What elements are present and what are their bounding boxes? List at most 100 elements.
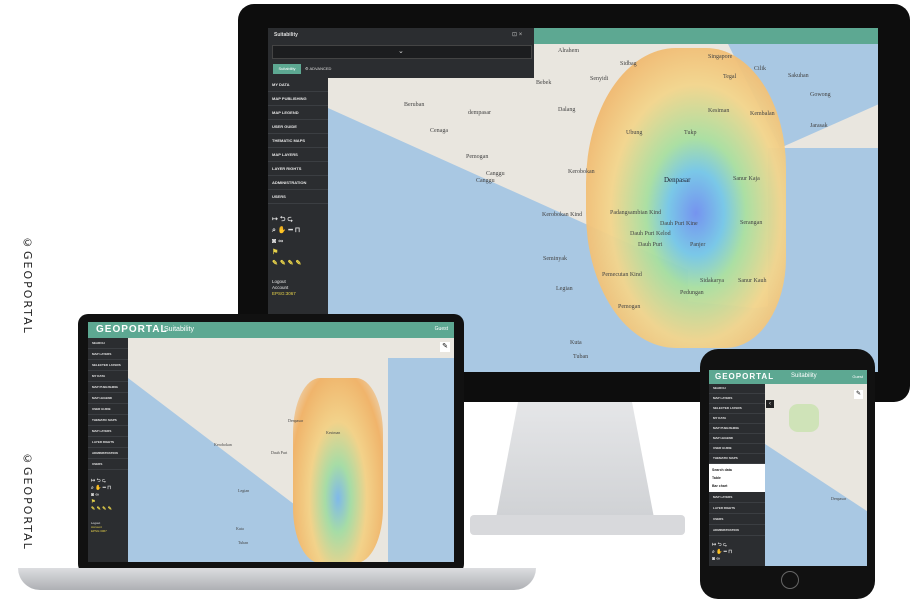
sidebar-item[interactable]: ADMINISTRATION [268,176,328,190]
zoom-icon[interactable]: ⌕ [272,225,276,236]
sidebar-item[interactable]: USER GUIDE [88,404,128,415]
poi-icon[interactable]: ✎ [280,258,286,269]
sidebar-item[interactable]: THEMATIC MAPS [709,454,765,464]
sidebar-item[interactable]: USERS [88,459,128,470]
place-label: Pemogan [618,304,641,310]
place-label: Sidbag [620,61,637,67]
place-label: Pemogan [466,154,489,160]
sidebar-item[interactable]: ADMINISTRATION [709,525,765,536]
panel-close-icon[interactable]: ⊡ × [512,31,522,38]
sidebar-item[interactable]: ADMINISTRATION [88,448,128,459]
undo-icon[interactable]: ⮌ [280,214,286,225]
camera-icon[interactable]: ◙ [272,236,276,247]
monitor-menu: MY DATA MAP PUBLISHING MAP LEGEND USER GUID… [268,78,328,204]
place-label: Sanur Kaja [733,176,760,182]
tablet-sidebar: SEARCH MAP LAYERS SELECTED LAYERS MY DATA MA… [709,384,765,566]
place-label: Dauh Puri [271,450,288,455]
suitability-tab-button[interactable]: Suitability [273,64,301,74]
sidebar-item[interactable]: SEARCH [709,384,765,394]
sidebar-item[interactable]: USER GUIDE [709,444,765,454]
place-label: Tegal [723,74,737,80]
sidebar-item[interactable]: MY DATA [268,78,328,92]
sidebar-item[interactable]: USERS [709,514,765,525]
sidebar-item[interactable]: MY DATA [88,371,128,382]
sidebar-item[interactable]: MAP LAYERS [88,426,128,437]
pan-hand-icon[interactable]: ✋ [278,225,287,236]
user-menu[interactable]: Guest [435,326,448,332]
wrench-icon[interactable]: ✎ [440,342,450,352]
place-label: Denpasar [288,418,304,423]
panel-dropdown[interactable]: ⌄ [272,45,532,59]
measure-line-icon[interactable]: ↦ [272,214,278,225]
redo-icon[interactable]: ⮎ [287,214,293,225]
sidebar-item[interactable]: MAP PUBLISHING [88,382,128,393]
sidebar-item[interactable]: LAYER RIGHTS [709,503,765,514]
tool-palette: ↦ ⮌ ⮎ ⌕ ✋ ━ ⊓ ◙ ∞ ⚑ ✎ ✎ ✎ ✎ [88,478,128,513]
tool-row: ◙ ∞ [272,236,328,247]
place-label: Dauh Puri Kelod [630,231,671,237]
sidebar-item[interactable]: MAP LAYERS [88,349,128,360]
sidebar-item[interactable]: SELECTED LAYERS [88,360,128,371]
place-label: Dauh Puri Kine [660,221,698,227]
place-label: Bebek [536,80,552,86]
area-icon[interactable]: ⊓ [295,225,300,236]
thematic-item[interactable]: Table [712,474,762,482]
poi-icon[interactable]: ✎ [272,258,278,269]
wrench-icon[interactable]: ✎ [854,390,863,399]
tool-row: ↦ ⮌ ⮎ [712,542,727,548]
sidebar-item[interactable]: MAP PUBLISHING [709,424,765,434]
sidebar-item[interactable]: MAP LEGEND [88,393,128,404]
tool-row: ◙ ∞ [712,556,720,562]
thematic-item[interactable]: Search data [712,466,762,474]
epsg-label: EPSG:3067 [272,291,296,296]
place-label: Cilik [754,66,767,72]
laptop-map[interactable]: Denpasar Dauh Puri Kesiman Kerobokan Leg… [128,338,454,562]
sidebar-item[interactable]: THEMATIC MAPS [88,415,128,426]
sidebar-item[interactable]: LAYER RIGHTS [88,437,128,448]
suitability-panel: Suitability ⊡ × ⌄ Suitability ⚙ ADVANCED [268,28,534,78]
place-label: Padangsambian Kind [610,210,662,216]
line-icon[interactable]: ━ [289,225,293,236]
sidebar-item[interactable]: USER GUIDE [268,120,328,134]
epsg-label: EPSG:3067 [91,529,107,533]
place-label: Gowong [810,92,831,98]
sidebar-item[interactable]: MAP LEGEND [268,106,328,120]
sidebar-item[interactable]: MAP LAYERS [709,492,765,503]
sidebar-item[interactable]: SELECTED LAYERS [709,404,765,414]
tablet-map[interactable]: Denpasar [765,384,867,566]
marker-icon[interactable]: ⚑ [272,247,278,258]
suitability-heat-layer [789,404,819,432]
sidebar-item[interactable]: LAYER RIGHTS [268,162,328,176]
panel-title: Suitability [274,32,298,38]
monitor-stand [495,402,655,522]
tool-row: ↦ ⮌ ⮎ [272,214,328,225]
sidebar-item[interactable]: MAP LAYERS [709,394,765,404]
tablet-screen: GEOPORTAL Suitability Guest Denpasar ✎ ‹… [709,370,867,566]
sidebar-item[interactable]: MAP LEGEND [709,434,765,444]
place-label: Kerobokan [568,169,595,175]
advanced-tab-button[interactable]: ⚙ ADVANCED [305,64,345,74]
tool-row: ↦ ⮌ ⮎ [91,478,106,484]
sidebar-item[interactable]: USERS [268,190,328,204]
place-label: Kesiman [326,430,341,435]
sidebar-item[interactable]: THEMATIC MAPS [268,134,328,148]
app-title: Suitability [791,373,817,379]
place-label: Panjer [690,242,706,248]
sidebar-item[interactable]: MAP LAYERS [268,148,328,162]
place-label: Sidakarya [700,278,724,284]
side-watermark-bottom: ©GEOPORTAL [21,452,34,551]
laptop-sidebar: SEARCH MAP LAYERS SELECTED LAYERS MY DATA MA… [88,338,128,562]
thematic-item[interactable]: Bar chart [712,482,762,490]
tool-row: ⌕ ✋ ━ ⊓ [712,549,733,555]
tablet-home-button[interactable] [781,571,799,589]
link-icon[interactable]: ∞ [278,236,283,247]
sidebar-item[interactable]: MAP PUBLISHING [268,92,328,106]
sidebar-item[interactable]: SEARCH [88,338,128,349]
poi-icon[interactable]: ✎ [288,258,294,269]
place-label: Kembalan [750,111,775,117]
sidebar-item[interactable]: MY DATA [709,414,765,424]
collapse-panel-icon[interactable]: ‹ [766,400,774,408]
poi-icon[interactable]: ✎ [295,258,301,269]
map-header-strip [528,28,878,44]
user-menu[interactable]: Guest [852,374,863,379]
